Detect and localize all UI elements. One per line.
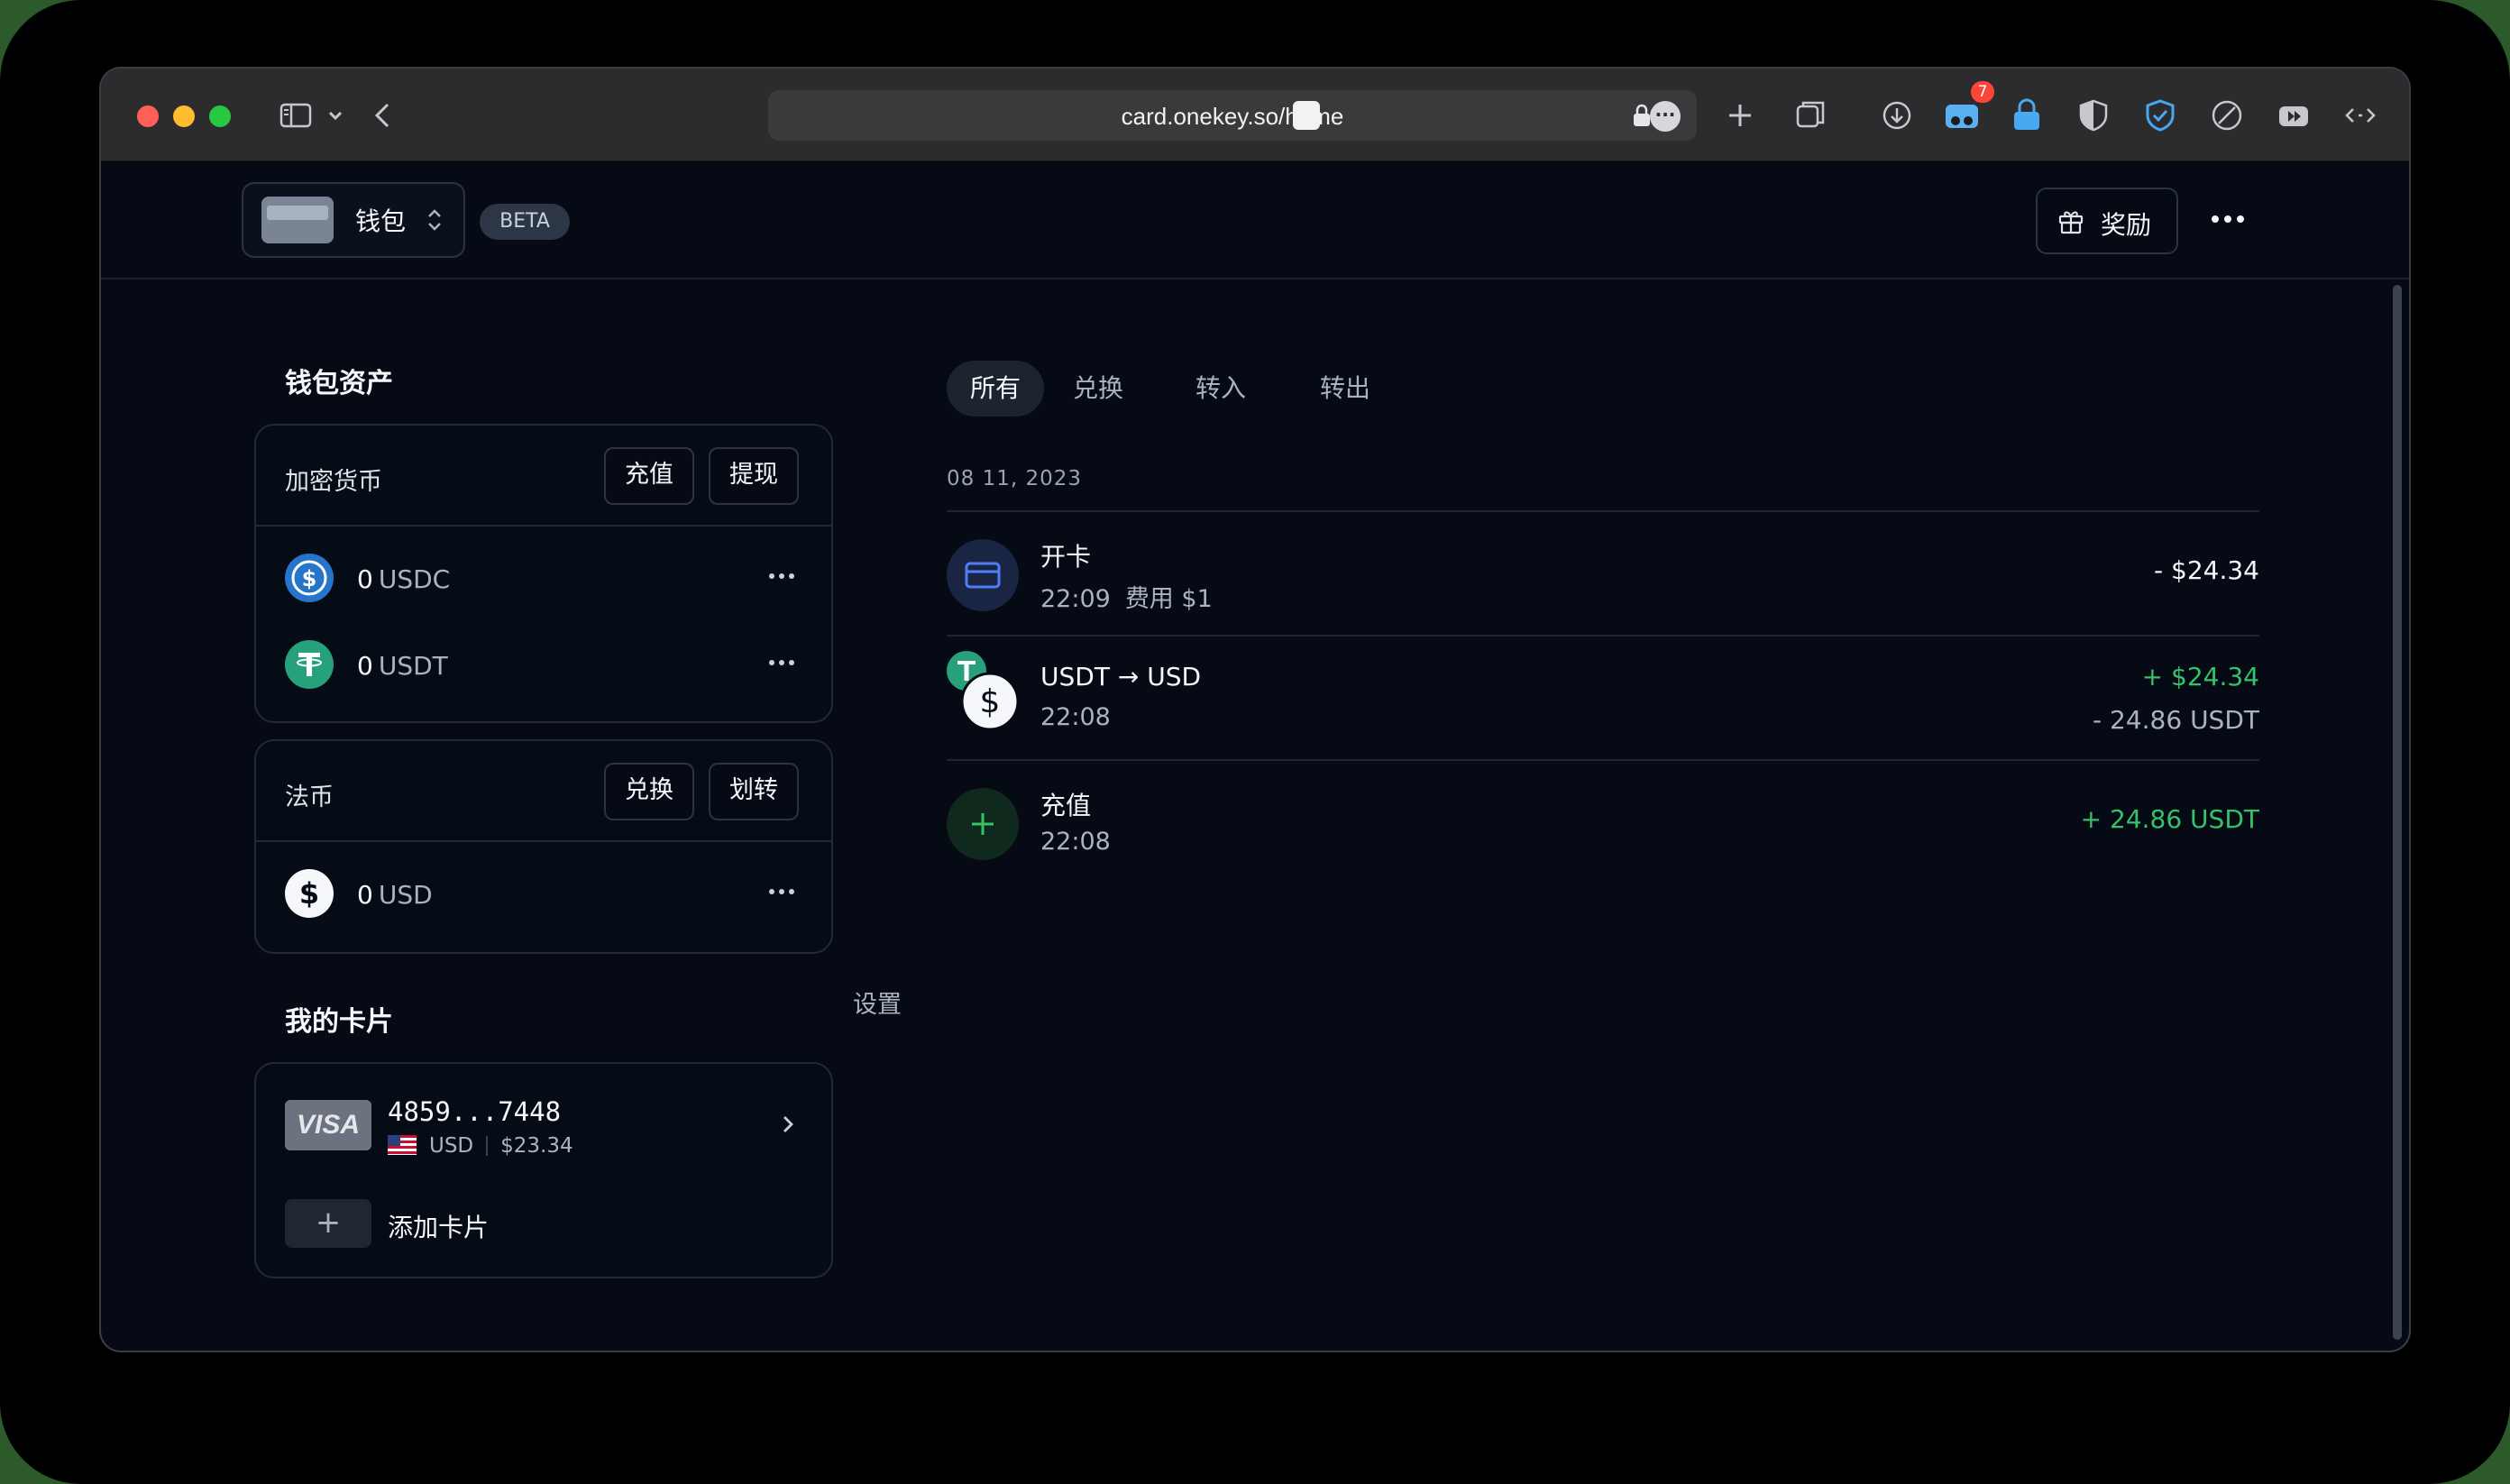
- asset-amount: 0 USDC: [357, 564, 451, 594]
- transaction-amount: + 24.86 USDT: [2080, 804, 2259, 834]
- asset-row-usd[interactable]: $ 0 USD: [256, 862, 831, 925]
- add-card-label[interactable]: 添加卡片: [388, 1208, 489, 1244]
- crypto-assets-card: 加密货币 充值 提现 $ 0 USDC 0 USDT: [254, 424, 833, 723]
- rewards-label: 奖励: [2101, 210, 2152, 240]
- card-settings-link[interactable]: 设置: [853, 985, 902, 1020]
- shield-half-icon[interactable]: [2074, 96, 2113, 135]
- svg-text:$: $: [302, 566, 317, 591]
- more-dots-icon[interactable]: [768, 658, 795, 667]
- credit-card-icon: [947, 539, 1019, 611]
- beta-badge: BETA: [480, 204, 570, 240]
- card-row[interactable]: VISA 4859...7448 USD $23.34: [256, 1064, 831, 1181]
- withdraw-button[interactable]: 提现: [709, 447, 799, 505]
- transaction-subtitle: 22:08: [1040, 828, 1111, 856]
- transaction-subtitle: 22:09 费用 $1: [1040, 585, 1213, 613]
- exchange-button[interactable]: 兑换: [604, 763, 694, 820]
- transaction-row-deposit[interactable]: 充值 22:08 + 24.86 USDT: [947, 761, 2259, 884]
- wallet-assets-title: 钱包资产: [285, 368, 393, 399]
- wallet-name: 钱包: [355, 206, 407, 236]
- transaction-title: 开卡: [1040, 542, 1092, 572]
- asset-amount: 0 USD: [357, 880, 433, 910]
- shield-check-icon[interactable]: [2140, 96, 2180, 135]
- my-cards-card: VISA 4859...7448 USD $23.34 + 添加卡片: [254, 1062, 833, 1278]
- lock-icon: [1634, 104, 1650, 126]
- media-forward-icon[interactable]: [2274, 96, 2313, 135]
- activity-date: 08 11, 2023: [947, 467, 1082, 490]
- transaction-title: USDT → USD: [1040, 662, 1202, 692]
- tab-exchange[interactable]: 兑换: [1055, 361, 1141, 417]
- address-bar[interactable]: card.onekey.so/home ···: [768, 90, 1697, 141]
- sidebar-toggle-icon[interactable]: [276, 96, 316, 135]
- transaction-amount: + $24.34: [2141, 662, 2259, 692]
- page-menu-icon[interactable]: ···: [1650, 101, 1681, 132]
- transaction-title: 充值: [1040, 791, 1092, 820]
- deposit-button[interactable]: 充值: [604, 447, 694, 505]
- page-scrollbar[interactable]: [2393, 285, 2402, 1340]
- fiat-label: 法币: [285, 783, 334, 811]
- my-cards-title: 我的卡片: [285, 1006, 393, 1038]
- rewards-button[interactable]: 奖励: [2036, 188, 2178, 254]
- transaction-amount: - $24.34: [2154, 555, 2259, 585]
- usd-icon: $: [285, 869, 334, 918]
- svg-text:$: $: [299, 876, 319, 911]
- browser-toolbar: card.onekey.so/home ··· 7: [101, 69, 2409, 161]
- usdt-icon: [285, 640, 334, 689]
- add-card-button[interactable]: +: [285, 1199, 371, 1248]
- crypto-label: 加密货币: [285, 468, 382, 496]
- transaction-subtitle: 22:08: [1040, 703, 1111, 731]
- plus-icon: [947, 788, 1019, 860]
- gift-icon: [2058, 211, 2084, 234]
- transaction-row-open-card[interactable]: 开卡 22:09 费用 $1 - $24.34: [947, 512, 2259, 635]
- new-tab-plus-icon[interactable]: [1720, 96, 1760, 135]
- usd-icon: $: [960, 672, 1020, 731]
- block-icon[interactable]: [2207, 96, 2247, 135]
- more-dots-icon[interactable]: [768, 887, 795, 896]
- us-flag-icon: [388, 1135, 417, 1155]
- downloads-icon[interactable]: [1877, 96, 1917, 135]
- chevron-right-icon: [783, 1116, 793, 1132]
- tab-all[interactable]: 所有: [947, 361, 1044, 417]
- tab-transfer-out[interactable]: 转出: [1302, 361, 1388, 417]
- close-window-button[interactable]: [137, 105, 159, 127]
- back-arrow-icon[interactable]: [364, 96, 404, 135]
- code-brackets-icon[interactable]: [2341, 96, 2380, 135]
- more-options-icon[interactable]: [2207, 206, 2249, 233]
- minimize-window-button[interactable]: [173, 105, 195, 127]
- usdc-icon: $: [285, 554, 334, 602]
- more-dots-icon[interactable]: [768, 572, 795, 581]
- card-meta: USD $23.34: [388, 1134, 573, 1158]
- crypto-card-header: 加密货币 充值 提现: [256, 426, 831, 527]
- extension-badge: 7: [1971, 81, 1994, 103]
- transaction-row-convert[interactable]: $ USDT → USD 22:08 + $24.34 - 24.86 USDT: [947, 637, 2259, 759]
- wallet-card-icon: [261, 197, 334, 243]
- svg-text:$: $: [980, 683, 1001, 720]
- zoom-window-button[interactable]: [209, 105, 231, 127]
- wallet-switcher[interactable]: 钱包: [242, 182, 465, 258]
- fiat-card-header: 法币 兑换 划转: [256, 741, 831, 842]
- password-lock-icon[interactable]: [2007, 96, 2047, 135]
- transaction-amount-secondary: - 24.86 USDT: [2093, 705, 2259, 735]
- visa-logo: VISA: [285, 1100, 371, 1150]
- card-number: 4859...7448: [388, 1096, 562, 1127]
- arrow-right-icon: →: [1117, 662, 1140, 692]
- browser-window: card.onekey.so/home ··· 7 钱包 BETA 奖励 钱包资…: [101, 69, 2409, 1351]
- asset-row-usdt[interactable]: 0 USDT: [256, 633, 831, 696]
- chevron-down-icon[interactable]: [316, 96, 343, 135]
- url-text: card.onekey.so/home: [1121, 103, 1344, 130]
- chevron-up-down-icon: [428, 209, 441, 231]
- transfer-button[interactable]: 划转: [709, 763, 799, 820]
- asset-amount: 0 USDT: [357, 651, 448, 681]
- fiat-assets-card: 法币 兑换 划转 $ 0 USD: [254, 739, 833, 954]
- asset-row-usdc[interactable]: $ 0 USDC: [256, 546, 831, 609]
- app-header: 钱包 BETA 奖励: [101, 160, 2409, 279]
- tab-transfer-in[interactable]: 转入: [1177, 361, 1264, 417]
- tab-overview-icon[interactable]: [1791, 96, 1830, 135]
